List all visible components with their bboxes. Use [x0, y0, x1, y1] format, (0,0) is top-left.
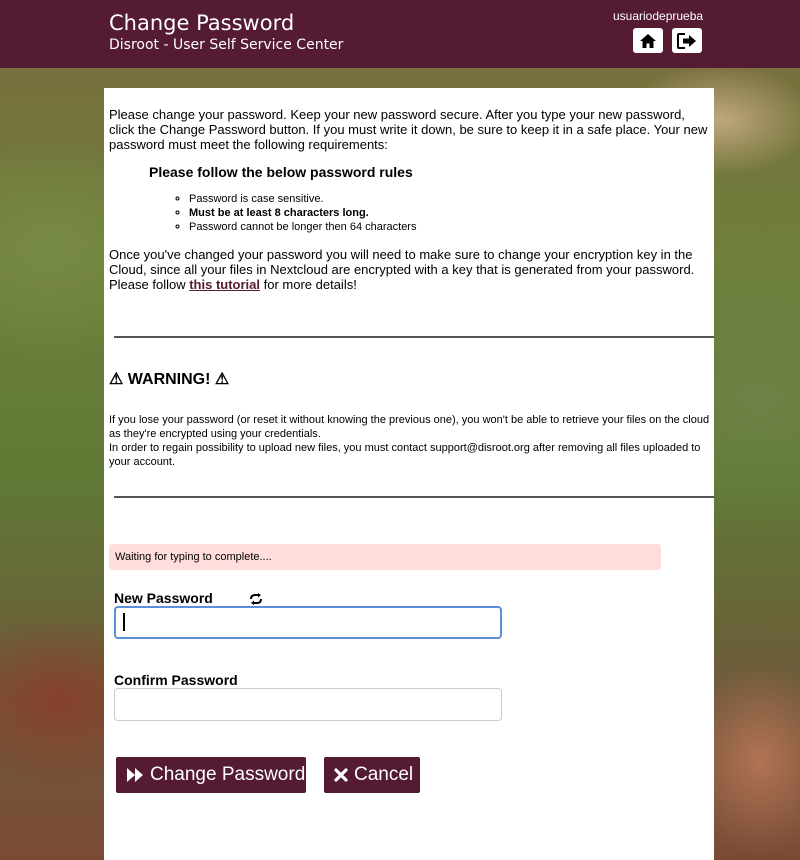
status-message: Waiting for typing to complete....: [109, 544, 661, 570]
nextcloud-notice: Once you've changed your password you wi…: [109, 247, 711, 292]
confirm-password-field[interactable]: [114, 688, 502, 721]
list-item: Password is case sensitive.: [189, 192, 416, 206]
change-password-label: Change Password: [150, 764, 306, 785]
change-password-button[interactable]: Change Password: [116, 757, 306, 793]
tutorial-link[interactable]: this tutorial: [189, 277, 260, 292]
cancel-button[interactable]: Cancel: [324, 757, 420, 793]
text-cursor: [123, 613, 125, 631]
warning-line: If you lose your password (or reset it w…: [109, 414, 710, 440]
username-label: usuariodeprueba: [613, 9, 704, 23]
new-password-field[interactable]: [114, 606, 502, 639]
rules-list: Password is case sensitive. Must be at l…: [175, 192, 416, 234]
warning-line: In order to regain possibility to upload…: [109, 442, 701, 468]
divider: [114, 336, 714, 338]
list-item: Must be at least 8 characters long.: [189, 206, 416, 220]
confirm-password-label: Confirm Password: [114, 672, 238, 688]
nextcloud-text-end: for more details!: [260, 277, 357, 292]
page-title: Change Password: [109, 11, 295, 35]
intro-text: Please change your password. Keep your n…: [109, 107, 708, 152]
list-item: Password cannot be longer then 64 charac…: [189, 220, 416, 234]
fast-forward-icon: [127, 768, 143, 782]
logout-button[interactable]: [672, 28, 702, 53]
divider: [114, 496, 714, 498]
close-icon: [334, 768, 348, 782]
page-subtitle: Disroot - User Self Service Center: [109, 37, 344, 53]
sign-out-icon: [677, 32, 696, 49]
home-icon: [640, 33, 656, 48]
refresh-icon: [250, 593, 262, 605]
new-password-label: New Password: [114, 590, 213, 606]
header-bar: Change Password Disroot - User Self Serv…: [0, 0, 800, 68]
rules-heading: Please follow the below password rules: [149, 164, 413, 180]
warning-heading: ⚠ WARNING! ⚠: [109, 371, 230, 388]
home-button[interactable]: [633, 28, 663, 53]
warning-text: If you lose your password (or reset it w…: [109, 413, 711, 469]
main-panel: Please change your password. Keep your n…: [104, 88, 714, 860]
cancel-label: Cancel: [354, 764, 414, 785]
